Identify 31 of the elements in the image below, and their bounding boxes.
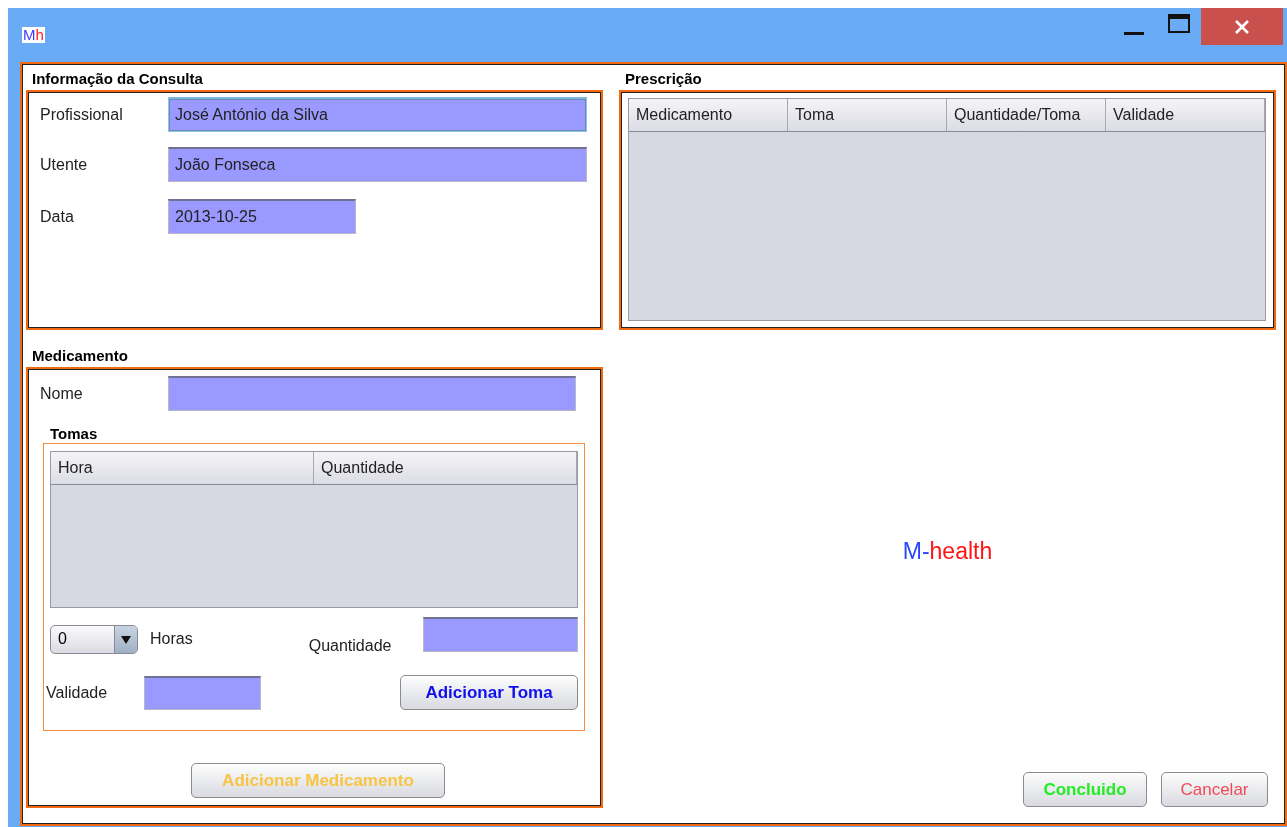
input-field[interactable]: 2013-10-25 (168, 199, 356, 234)
input-field[interactable]: José António da Silva (168, 97, 587, 132)
column-header[interactable]: Hora (51, 452, 314, 484)
field-label: Profissional (40, 105, 124, 124)
input-field[interactable] (144, 675, 262, 710)
minimize-icon (1123, 31, 1144, 35)
section-title: Informação da Consulta (31, 69, 204, 89)
app-logo: Mh (22, 27, 45, 43)
column-header[interactable]: Toma (788, 99, 947, 131)
input-field[interactable] (423, 616, 578, 652)
section-title: Medicamento (31, 346, 129, 366)
input-field[interactable] (168, 376, 576, 411)
close-button[interactable] (1201, 8, 1283, 45)
quantity-label: Quantidade (308, 637, 392, 655)
column-header[interactable]: Quantidade (314, 452, 577, 484)
hour-select[interactable]: 0 (50, 624, 138, 654)
column-header[interactable]: Validade (1106, 99, 1265, 131)
column-header[interactable]: Quantidade/Toma (947, 99, 1106, 131)
validity-label: Validade (46, 683, 108, 702)
field-label: Data (40, 207, 75, 226)
add-dose-button[interactable]: Adicionar Toma (400, 675, 578, 710)
section-title: Tomas (49, 424, 99, 443)
column-header[interactable]: Medicamento (629, 99, 788, 131)
input-field[interactable]: João Fonseca (168, 147, 587, 182)
close-icon (1234, 18, 1250, 35)
maximize-icon (1166, 13, 1191, 35)
section-title: Prescrição (624, 69, 703, 89)
brand-text: M-health (902, 537, 993, 565)
field-label: Utente (40, 155, 89, 174)
field-label: Nome (40, 384, 84, 403)
hours-label: Horas (150, 630, 193, 648)
